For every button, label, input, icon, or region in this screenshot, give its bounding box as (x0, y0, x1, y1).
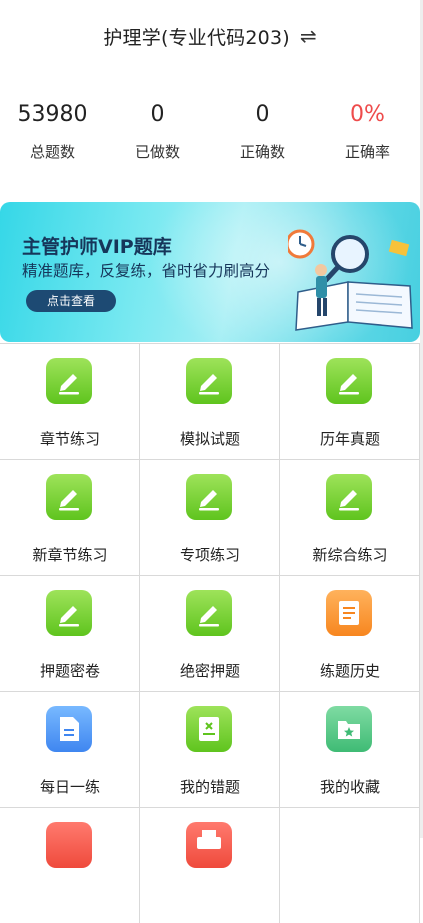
grid-row (0, 807, 420, 923)
wrong-book-icon (186, 706, 232, 752)
grid-item-chapter-practice[interactable]: 章节练习 (0, 344, 140, 459)
pencil-icon (186, 590, 232, 636)
stat-accuracy: 0% 正确率 (315, 100, 420, 170)
pencil-icon (186, 358, 232, 404)
grid-item-daily-practice[interactable]: 每日一练 (0, 692, 140, 807)
stat-correct-value: 0 (255, 102, 270, 127)
stat-accuracy-value: 0% (350, 102, 385, 127)
scroll-icon (326, 590, 372, 636)
function-grid: 章节练习 模拟试题 历年真题 新章节练习 专项练习 新综合练习 押题密卷 绝密押… (0, 343, 420, 923)
grid-item-label: 押题密卷 (39, 662, 100, 680)
stat-done: 0 已做数 (105, 100, 210, 170)
grid-item-label: 新章节练习 (32, 546, 108, 564)
grid-item-special-practice[interactable]: 专项练习 (140, 460, 280, 575)
printer-icon (186, 822, 232, 868)
grid-item-top-secret[interactable]: 绝密押题 (140, 576, 280, 691)
stats-bar: 53980 总题数 0 已做数 0 正确数 0% 正确率 (0, 100, 420, 170)
stat-total-label: 总题数 (29, 143, 75, 161)
stat-correct-label: 正确数 (239, 143, 285, 161)
page-title: 护理学(专业代码203) (103, 26, 290, 49)
grid-row: 章节练习 模拟试题 历年真题 (0, 343, 420, 459)
grid-item-label: 每日一练 (39, 778, 100, 796)
red-tile-icon (46, 822, 92, 868)
banner-subtitle: 精准题库，反复练，省时省力刷高分 (22, 262, 271, 280)
pencil-icon (46, 590, 92, 636)
grid-item-label: 历年真题 (319, 430, 380, 448)
book-magnifier-illustration (288, 229, 413, 331)
grid-item-my-favorites[interactable]: 我的收藏 (280, 692, 420, 807)
grid-item-past-exams[interactable]: 历年真题 (280, 344, 420, 459)
grid-row: 新章节练习 专项练习 新综合练习 (0, 459, 420, 575)
grid-item-partial-1[interactable] (0, 808, 140, 923)
stat-total-value: 53980 (17, 102, 88, 127)
subject-switcher[interactable]: 护理学(专业代码203) ⇌ (0, 0, 420, 72)
grid-item-partial-2[interactable] (140, 808, 280, 923)
grid-item-label: 我的收藏 (319, 778, 380, 796)
grid-item-practice-history[interactable]: 练题历史 (280, 576, 420, 691)
grid-item-label: 练题历史 (319, 662, 380, 680)
grid-item-label: 模拟试题 (179, 430, 240, 448)
stat-correct: 0 正确数 (210, 100, 315, 170)
swap-arrows-icon[interactable]: ⇌ (300, 24, 317, 48)
grid-item-label: 新综合练习 (312, 546, 388, 564)
grid-item-label: 章节练习 (39, 430, 100, 448)
vip-banner[interactable]: 主管护师VIP题库 精准题库，反复练，省时省力刷高分 点击查看 (0, 202, 420, 342)
pencil-icon (186, 474, 232, 520)
grid-item-new-comprehensive[interactable]: 新综合练习 (280, 460, 420, 575)
grid-item-label: 绝密押题 (179, 662, 240, 680)
stat-total: 53980 总题数 (0, 100, 105, 170)
pencil-icon (326, 358, 372, 404)
document-icon (46, 706, 92, 752)
banner-title: 主管护师VIP题库 (22, 236, 172, 258)
pencil-icon (326, 474, 372, 520)
star-folder-icon (326, 706, 372, 752)
grid-item-secret-paper[interactable]: 押题密卷 (0, 576, 140, 691)
stat-done-label: 已做数 (134, 143, 180, 161)
grid-item-mock-exam[interactable]: 模拟试题 (140, 344, 280, 459)
grid-item-label: 我的错题 (179, 778, 240, 796)
stat-accuracy-label: 正确率 (344, 143, 390, 161)
banner-view-button[interactable]: 点击查看 (26, 290, 116, 312)
pencil-icon (46, 358, 92, 404)
stat-done-value: 0 (150, 102, 165, 127)
grid-item-new-chapter-practice[interactable]: 新章节练习 (0, 460, 140, 575)
pencil-icon (46, 474, 92, 520)
grid-row: 每日一练 我的错题 我的收藏 (0, 691, 420, 807)
grid-item-label: 专项练习 (179, 546, 240, 564)
grid-item-wrong-questions[interactable]: 我的错题 (140, 692, 280, 807)
grid-item-empty (280, 808, 420, 923)
grid-row: 押题密卷 绝密押题 练题历史 (0, 575, 420, 691)
